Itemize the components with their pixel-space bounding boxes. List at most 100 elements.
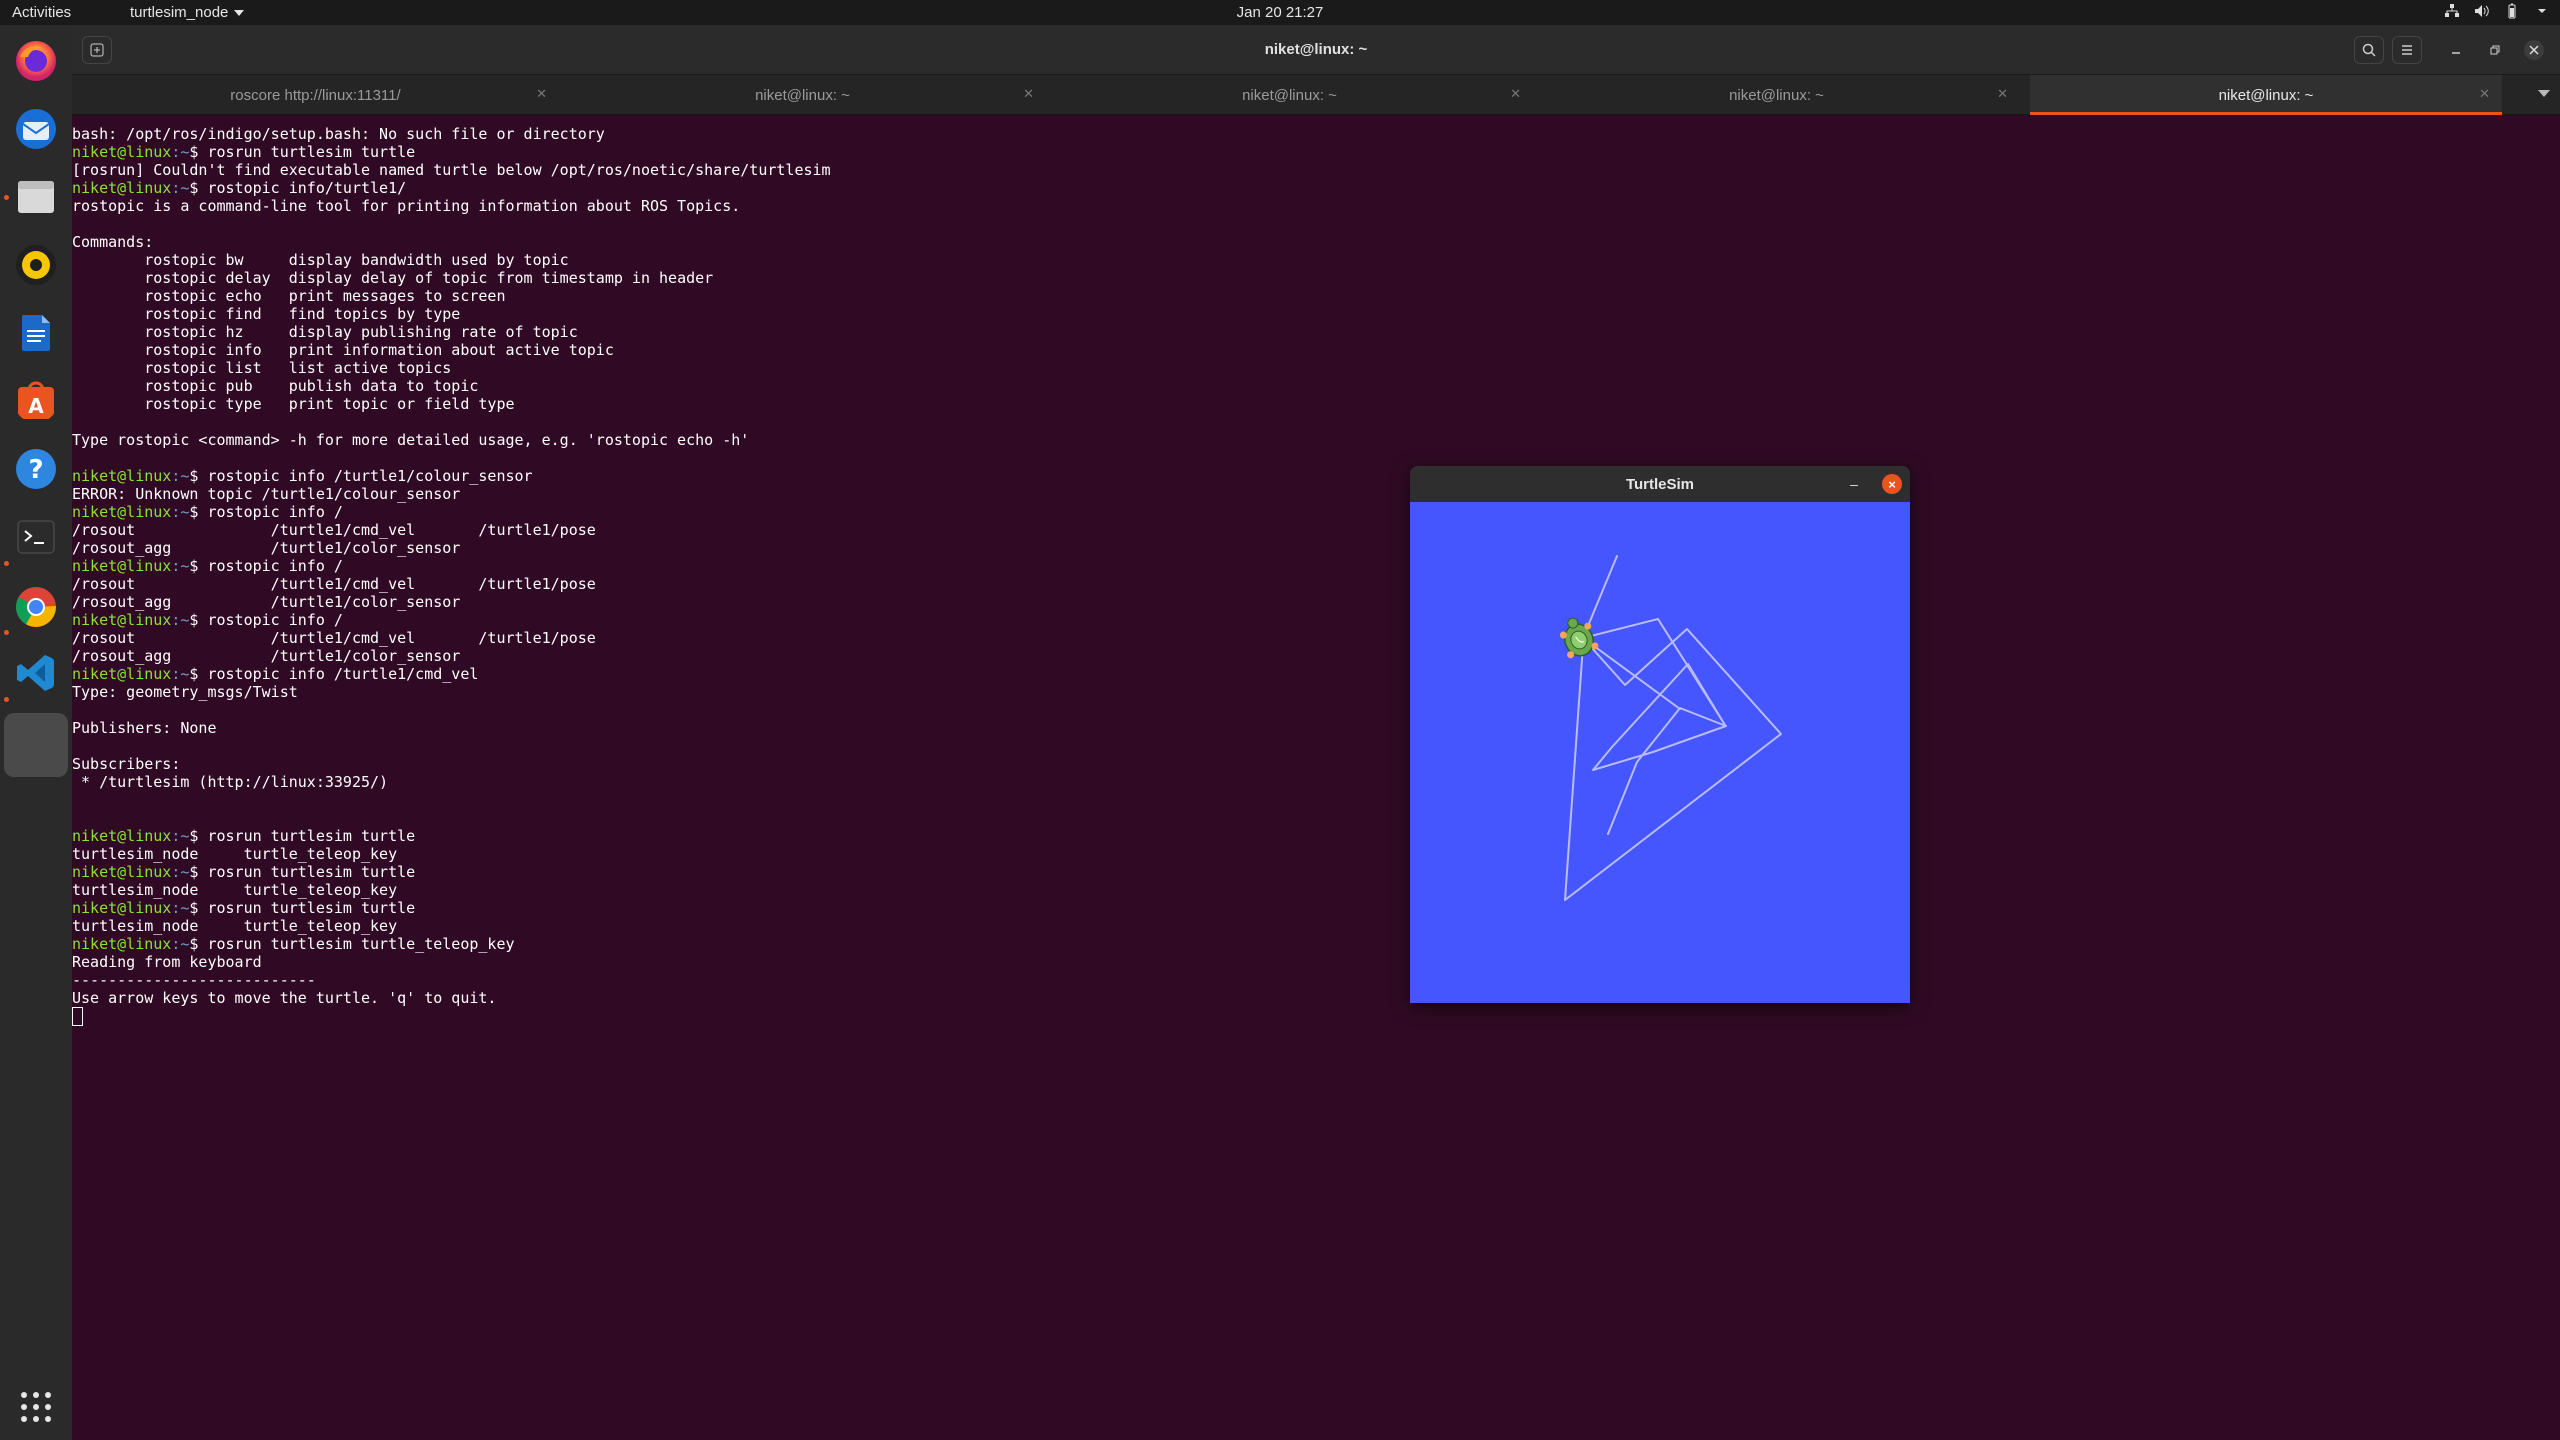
dock-thunderbird[interactable]	[10, 103, 62, 155]
dock-chrome[interactable]	[10, 581, 62, 633]
close-tab-icon[interactable]: ✕	[1023, 86, 1034, 102]
activities-button[interactable]: Activities	[12, 4, 71, 21]
terminal-window: niket@linux: ~ roscore http://linux:1131…	[72, 25, 2560, 1440]
minimize-icon	[2452, 52, 2460, 54]
turtlesim-close-button[interactable]: ×	[1882, 474, 1902, 494]
terminal-command-line: niket@linux:~$ rosrun turtlesim turtle	[72, 827, 415, 845]
command-text: $ rosrun turtlesim turtle	[189, 899, 416, 917]
clock[interactable]: Jan 20 21:27	[1237, 4, 1324, 21]
turtlesim-background	[1410, 502, 1910, 1003]
close-icon	[2524, 40, 2544, 60]
terminal-output-line: Publishers: None	[72, 719, 217, 737]
terminal-output-line: /rosout_agg /turtle1/color_sensor	[72, 647, 461, 665]
search-button[interactable]	[2354, 36, 2384, 64]
terminal-output-line: rostopic echo print messages to screen	[72, 287, 506, 305]
writer-icon	[22, 315, 50, 351]
terminal-output-line: rostopic type print topic or field type	[72, 395, 515, 413]
menu-button[interactable]	[2392, 36, 2422, 64]
terminal-command-line: niket@linux:~$ rosrun turtlesim turtle	[72, 143, 415, 161]
prompt-user: niket@linux	[72, 899, 172, 917]
prompt-user: niket@linux	[72, 611, 172, 629]
hamburger-icon	[2402, 45, 2412, 55]
terminal-scrollbar[interactable]	[2552, 116, 2560, 1440]
system-tray[interactable]	[2444, 3, 2550, 19]
tab-label: niket@linux: ~	[755, 86, 850, 104]
terminal-output-line: [rosrun] Couldn't find executable named …	[72, 161, 831, 179]
tab-overflow-chevron-icon[interactable]	[2538, 90, 2550, 97]
prompt-path: :~	[171, 467, 190, 485]
volume-icon	[2475, 5, 2489, 17]
app-menu[interactable]: turtlesim_node	[130, 4, 245, 21]
software-icon: A	[18, 381, 54, 419]
turtlesim-titlebar[interactable]: TurtleSim – ×	[1410, 466, 1910, 502]
close-tab-icon[interactable]: ✕	[1997, 86, 2008, 102]
terminal-output-line: rostopic delay display delay of topic fr…	[72, 269, 714, 287]
terminal-icon	[17, 520, 55, 554]
terminal-output-line: /rosout /turtle1/cmd_vel /turtle1/pose	[72, 521, 596, 539]
terminal-output-line: ---------------------------	[72, 971, 316, 989]
tab-terminal-2[interactable]: niket@linux: ~ ✕	[559, 75, 1046, 115]
prompt-path: :~	[171, 827, 190, 845]
terminal-command-line: niket@linux:~$ rosrun turtlesim turtle	[72, 863, 415, 881]
chrome-icon	[16, 587, 56, 627]
prompt-path: :~	[171, 179, 190, 197]
terminal-output-line: /rosout_agg /turtle1/color_sensor	[72, 539, 461, 557]
prompt-path: :~	[171, 503, 190, 521]
close-tab-icon[interactable]: ✕	[1510, 86, 1521, 102]
minimize-icon: –	[1850, 476, 1858, 492]
terminal-output-line: rostopic hz display publishing rate of t…	[72, 323, 578, 341]
chevron-down-icon	[234, 10, 245, 17]
tab-terminal-5[interactable]: niket@linux: ~ ✕	[2030, 75, 2502, 115]
terminal-command-line: niket@linux:~$ rostopic info /turtle1/cm…	[72, 665, 478, 683]
terminal-output-line: Type rostopic <command> -h for more deta…	[72, 431, 750, 449]
rhythmbox-icon	[16, 245, 56, 285]
dock-help[interactable]: ?	[10, 443, 62, 495]
prompt-user: niket@linux	[72, 467, 172, 485]
maximize-button[interactable]	[2480, 36, 2510, 64]
close-button[interactable]	[2519, 36, 2549, 64]
command-text: $ rostopic info/turtle1/	[189, 179, 407, 197]
prompt-user: niket@linux	[72, 665, 172, 683]
dock-rhythmbox[interactable]	[10, 239, 62, 291]
firefox-icon	[16, 41, 56, 81]
help-icon: ?	[16, 449, 56, 489]
dock-vscode[interactable]	[10, 647, 62, 699]
terminal-output-line: ERROR: Unknown topic /turtle1/colour_sen…	[72, 485, 461, 503]
terminal-output-line: Use arrow keys to move the turtle. 'q' t…	[72, 989, 497, 1007]
window-title: niket@linux: ~	[1264, 41, 1368, 58]
terminal-command-line: niket@linux:~$ rostopic info /turtle1/co…	[72, 467, 533, 485]
dock-terminal[interactable]	[10, 511, 62, 563]
prompt-path: :~	[171, 143, 190, 161]
close-tab-icon[interactable]: ✕	[2479, 86, 2490, 102]
terminal-cursor	[72, 1007, 83, 1026]
tab-roscore[interactable]: roscore http://linux:11311/ ✕	[72, 75, 559, 115]
command-text: $ rosrun turtlesim turtle	[189, 827, 416, 845]
tab-terminal-3[interactable]: niket@linux: ~ ✕	[1046, 75, 1533, 115]
turtlesim-minimize-button[interactable]: –	[1842, 472, 1866, 496]
prompt-user: niket@linux	[72, 935, 172, 953]
show-apps-button[interactable]	[10, 1381, 62, 1433]
terminal-command-line: niket@linux:~$ rostopic info /	[72, 557, 343, 575]
terminal-output-line: Subscribers:	[72, 755, 181, 773]
tab-terminal-4[interactable]: niket@linux: ~ ✕	[1533, 75, 2020, 115]
dock-firefox[interactable]	[10, 35, 62, 87]
terminal-console[interactable]: bash: /opt/ros/indigo/setup.bash: No suc…	[72, 116, 2542, 1440]
dock-files[interactable]	[10, 171, 62, 223]
command-text: $ rosrun turtlesim turtle	[189, 143, 416, 161]
svg-text:A: A	[28, 394, 44, 418]
prompt-user: niket@linux	[72, 143, 172, 161]
command-text: $ rostopic info /turtle1/colour_sensor	[189, 467, 533, 485]
dock-turtlesim[interactable]	[4, 713, 68, 777]
tab-label: niket@linux: ~	[2218, 86, 2314, 104]
command-text: $ rostopic info /	[189, 557, 343, 575]
running-indicator	[4, 697, 9, 702]
command-text: $ rosrun turtlesim turtle_teleop_key	[189, 935, 515, 953]
dock-writer[interactable]	[10, 307, 62, 359]
prompt-path: :~	[171, 899, 190, 917]
vscode-icon	[17, 655, 54, 691]
command-text: $ rostopic info /	[189, 503, 343, 521]
dock-software[interactable]: A	[10, 375, 62, 427]
running-indicator	[4, 195, 9, 200]
minimize-button[interactable]	[2441, 36, 2471, 64]
close-tab-icon[interactable]: ✕	[536, 86, 547, 102]
